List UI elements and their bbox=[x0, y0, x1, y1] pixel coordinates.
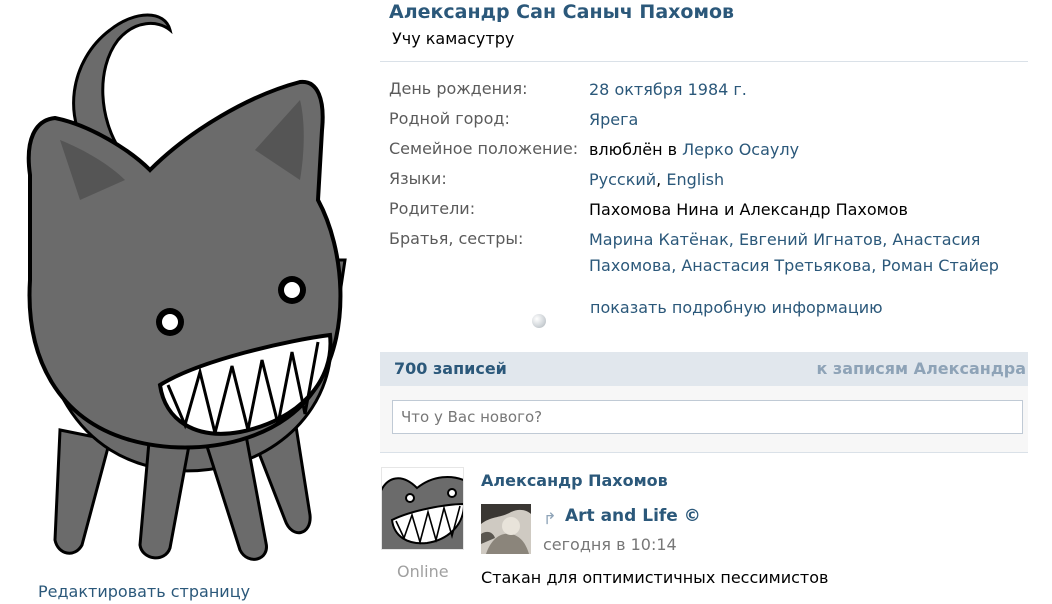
language-separator: , bbox=[656, 170, 662, 189]
photo-thumb-icon bbox=[481, 504, 531, 554]
show-more-info-link[interactable]: показать подробную информацию bbox=[590, 298, 883, 317]
siblings-links-1[interactable]: Марина Катёнак, Евгений Игнатов, Анастас… bbox=[589, 230, 980, 249]
repost-source-link[interactable]: Art and Life © bbox=[565, 506, 701, 526]
loading-dot-icon bbox=[532, 314, 546, 328]
to-user-posts-link[interactable]: к записям Александра bbox=[816, 359, 1026, 378]
repost-arrow-icon: ↱ bbox=[543, 509, 557, 528]
language-link-1[interactable]: Русский bbox=[589, 170, 656, 189]
post-author-avatar[interactable] bbox=[381, 467, 464, 550]
edit-page-link[interactable]: Редактировать страницу bbox=[38, 582, 250, 601]
family-label: Семейное положение: bbox=[389, 139, 579, 158]
family-value: влюблён в Лерко Осаулу bbox=[589, 137, 799, 162]
hometown-link[interactable]: Ярега bbox=[589, 110, 638, 129]
profile-avatar[interactable] bbox=[0, 0, 372, 575]
parents-value: Пахомова Нина и Александр Пахомов bbox=[589, 200, 908, 219]
post-text: Стакан для оптимистичных пессимистов bbox=[481, 568, 829, 587]
post-author-name[interactable]: Александр Пахомов bbox=[481, 471, 668, 490]
family-person-link[interactable]: Лерко Осаулу bbox=[682, 140, 799, 159]
siblings-links-2[interactable]: Пахомова, Анастасия Третьякова, Роман Ст… bbox=[589, 256, 999, 275]
wall-post-input[interactable] bbox=[392, 400, 1023, 434]
parents-label: Родители: bbox=[389, 199, 476, 218]
profile-name: Александр Сан Саныч Пахомов bbox=[389, 1, 735, 23]
birthday-label: День рождения: bbox=[389, 79, 528, 98]
birthday-link[interactable]: 28 октября 1984 г. bbox=[589, 80, 747, 99]
siblings-line-1[interactable]: Марина Катёнак, Евгений Игнатов, Анастас… bbox=[589, 227, 980, 252]
hometown-label: Родной город: bbox=[389, 109, 510, 128]
online-status: Online bbox=[397, 562, 449, 581]
cat-thumb-icon bbox=[382, 468, 463, 549]
post-timestamp[interactable]: сегодня в 10:14 bbox=[543, 535, 677, 554]
wall-post-count[interactable]: 700 записей bbox=[394, 359, 507, 378]
language-link-2[interactable]: English bbox=[666, 170, 724, 189]
family-prefix: влюблён в bbox=[589, 140, 678, 159]
siblings-label: Братья, сестры: bbox=[389, 229, 524, 248]
siblings-line-2[interactable]: Пахомова, Анастасия Третьякова, Роман Ст… bbox=[589, 253, 999, 278]
profile-status[interactable]: Учу камасутру bbox=[392, 29, 514, 48]
languages-label: Языки: bbox=[389, 169, 447, 188]
header-divider bbox=[380, 61, 1028, 62]
hometown-value[interactable]: Ярега bbox=[589, 107, 638, 132]
languages-value: Русский, English bbox=[589, 167, 724, 192]
repost-source-thumbnail[interactable] bbox=[481, 504, 531, 554]
birthday-value[interactable]: 28 октября 1984 г. bbox=[589, 77, 747, 102]
